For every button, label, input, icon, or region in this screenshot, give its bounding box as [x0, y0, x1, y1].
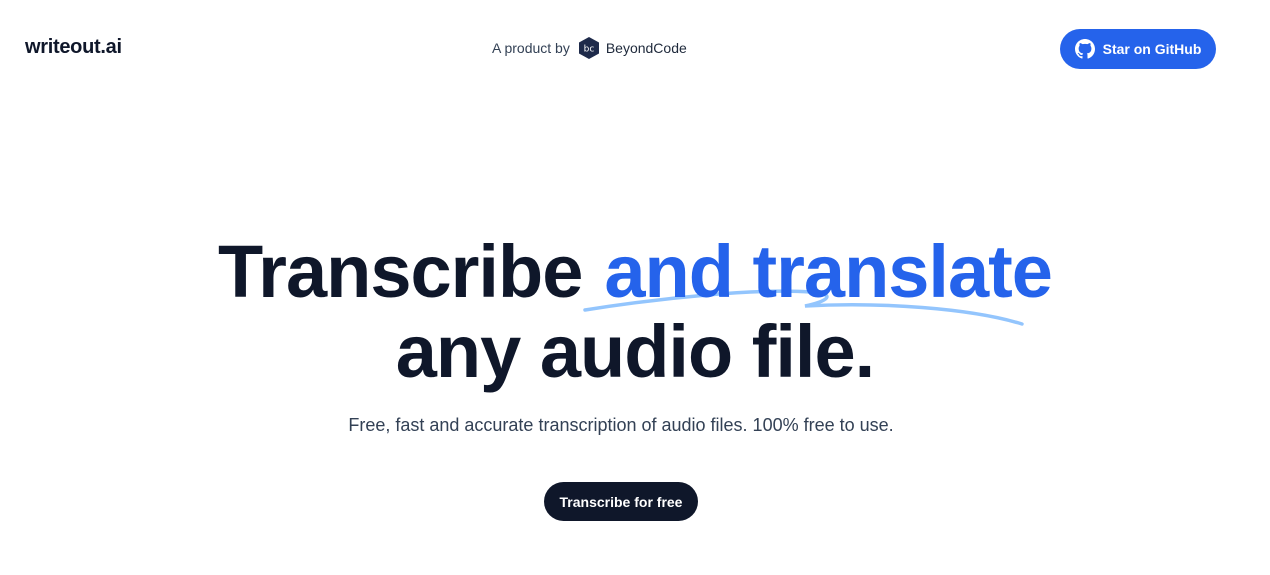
- product-by-label: A product by: [492, 40, 570, 56]
- headline-part1: Transcribe: [218, 230, 583, 313]
- star-on-github-button[interactable]: Star on GitHub: [1060, 29, 1216, 69]
- headline-accent: and translate: [604, 230, 1053, 313]
- transcribe-for-free-button[interactable]: Transcribe for free: [544, 482, 698, 521]
- product-attribution: A product by bc BeyondCode: [492, 36, 687, 60]
- landing-page: writeout.ai A product by bc BeyondCode S…: [0, 0, 1270, 575]
- brand-badge-text: bc: [583, 45, 594, 55]
- beyondcode-logo-icon: bc: [578, 36, 600, 60]
- github-icon: [1074, 39, 1095, 59]
- beyondcode-link[interactable]: BeyondCode: [606, 40, 687, 56]
- site-logo[interactable]: writeout.ai: [25, 36, 122, 59]
- hero-headline: Transcribe and translate any audio file.: [0, 232, 1270, 392]
- headline-line-2: any audio file.: [395, 310, 875, 393]
- headline-line-1: Transcribe and translate: [0, 232, 1270, 312]
- hero-subtitle: Free, fast and accurate transcription of…: [348, 415, 894, 435]
- github-button-label: Star on GitHub: [1102, 41, 1202, 57]
